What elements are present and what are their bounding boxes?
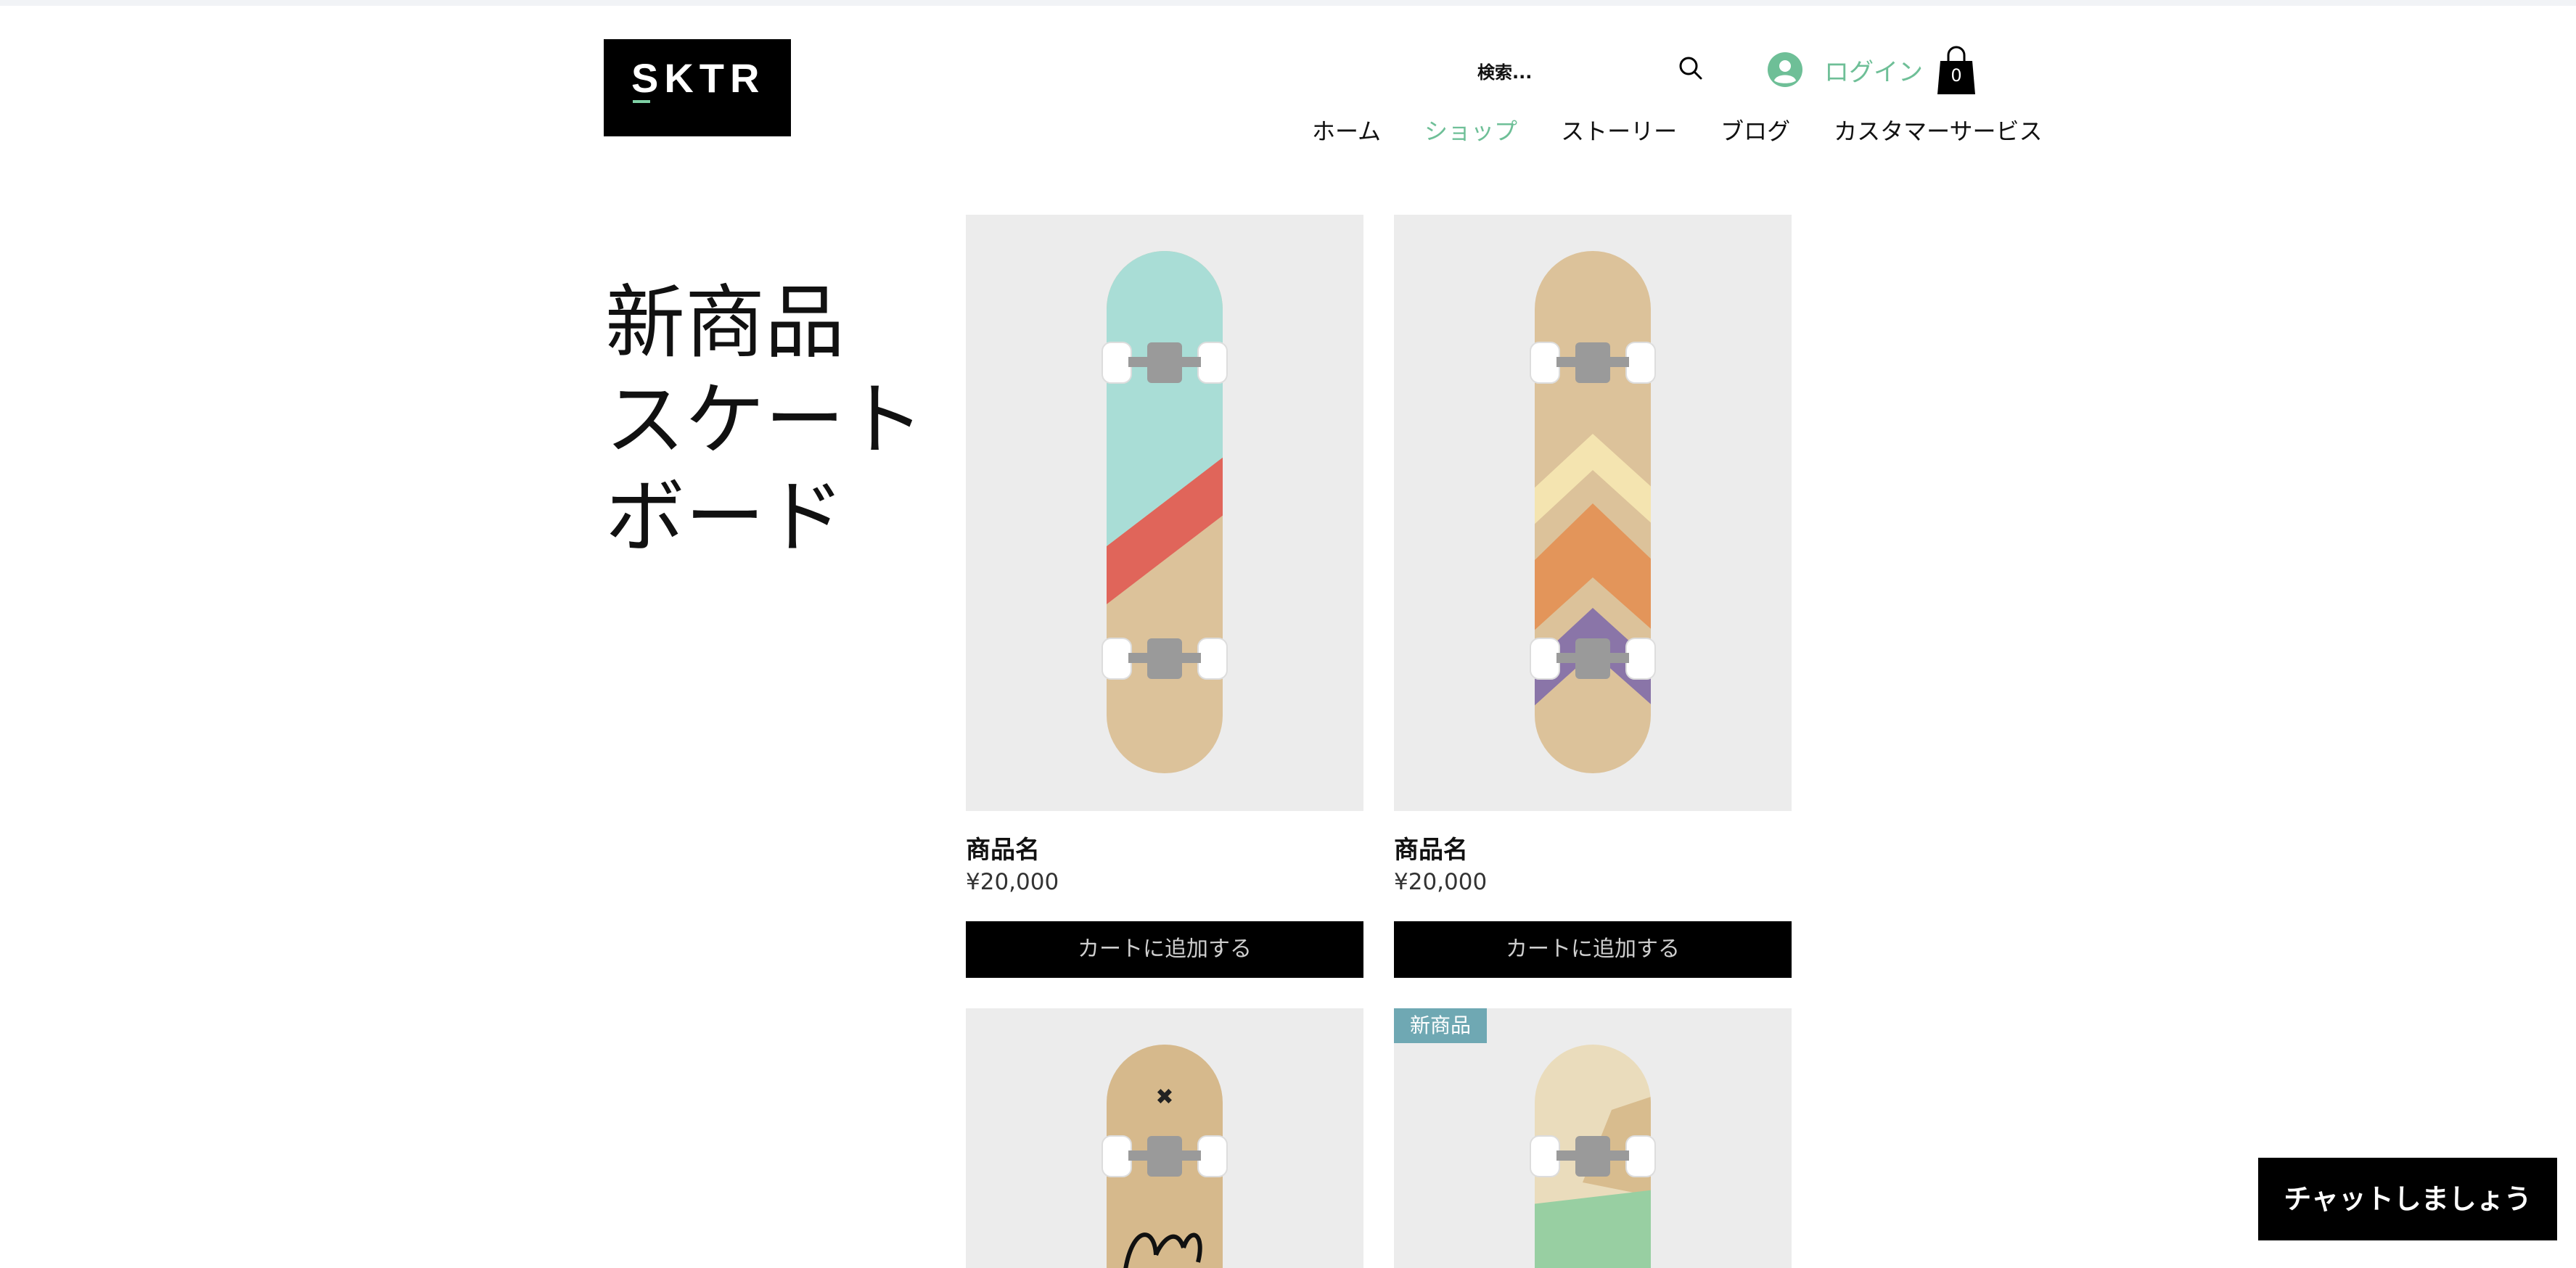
- logo-text: SKTR: [631, 55, 766, 101]
- product-image[interactable]: 新商品: [1394, 1008, 1792, 1268]
- nav-item-blog[interactable]: ブログ: [1720, 115, 1790, 148]
- user-avatar-icon: [1768, 52, 1802, 87]
- logo[interactable]: SKTR: [604, 39, 791, 136]
- svg-text:✖: ✖: [1155, 1084, 1173, 1110]
- skateboard-image: [1102, 251, 1228, 773]
- cart-button[interactable]: 0: [1936, 44, 1977, 96]
- product-image[interactable]: [966, 215, 1363, 811]
- login-label: ログイン: [1824, 58, 1923, 87]
- page-title-line: ボード: [605, 471, 845, 564]
- main-nav: ホーム ショップ ストーリー ブログ カスタマーサービス: [1312, 115, 2042, 148]
- skateboard-image: ✖: [1102, 1045, 1228, 1268]
- product-price: ¥20,000: [1394, 869, 1488, 895]
- nav-item-shop[interactable]: ショップ: [1424, 115, 1517, 148]
- new-product-ribbon: 新商品: [1394, 1008, 1488, 1043]
- product-name[interactable]: 商品名: [1394, 830, 1468, 865]
- skateboard-image: [1530, 1045, 1656, 1268]
- nav-item-home[interactable]: ホーム: [1312, 115, 1381, 148]
- page-title: 新商品 スケート ボード: [605, 274, 924, 566]
- product-name[interactable]: 商品名: [966, 830, 1040, 865]
- product-image[interactable]: ✖: [966, 1008, 1363, 1268]
- page-title-line: 新商品: [605, 276, 845, 369]
- skateboard-image: [1530, 251, 1656, 773]
- add-to-cart-button[interactable]: カートに追加する: [966, 921, 1363, 978]
- product-price: ¥20,000: [966, 869, 1059, 895]
- page-title-line: スケート: [605, 374, 924, 466]
- add-to-cart-button[interactable]: カートに追加する: [1394, 921, 1792, 978]
- nav-item-story[interactable]: ストーリー: [1561, 115, 1677, 148]
- search-icon[interactable]: [1676, 54, 1705, 83]
- chat-button[interactable]: チャットしましょう: [2258, 1158, 2557, 1240]
- cart-count: 0: [1951, 65, 1962, 86]
- nav-item-customer-service[interactable]: カスタマーサービス: [1834, 115, 2042, 148]
- top-border: [0, 0, 2576, 6]
- search-bar[interactable]: 検索...: [1473, 51, 1712, 87]
- search-input[interactable]: 検索...: [1477, 58, 1532, 83]
- logo-underline: [633, 100, 650, 103]
- product-image[interactable]: [1394, 215, 1792, 811]
